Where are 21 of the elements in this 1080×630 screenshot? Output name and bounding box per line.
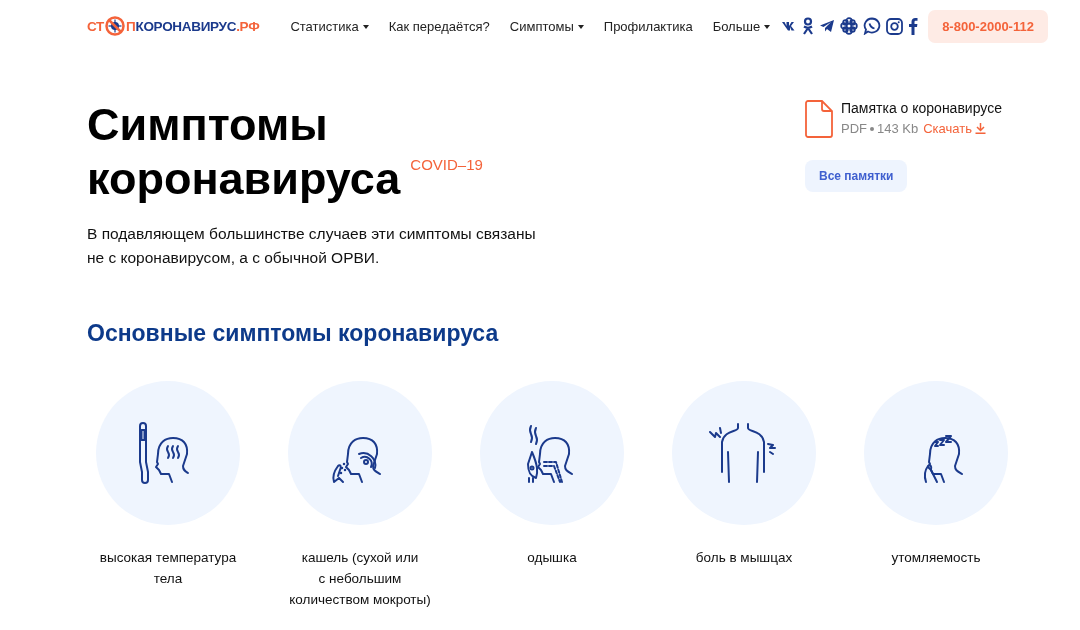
nav-link[interactable]: Как передаётся? bbox=[388, 18, 490, 34]
nav-link[interactable]: Профилактика bbox=[603, 18, 693, 34]
symptom-label: боль в мышцах bbox=[695, 549, 793, 567]
memo-title[interactable]: Памятка о коронавирусе bbox=[841, 100, 1002, 116]
nav-link[interactable]: Симптомы bbox=[509, 18, 584, 34]
nav-link[interactable]: Статистика bbox=[290, 18, 369, 34]
file-format: PDF bbox=[841, 121, 867, 136]
intro-text: В подавляющем большинстве случаев эти симптомы связаны не с коронавирусом, а с обычной ОРВИ. bbox=[87, 224, 537, 268]
symptom-label: кашель (сухой или с небольшим количеством мокроты) bbox=[289, 549, 431, 609]
section-heading: Основные симптомы коронавируса bbox=[87, 320, 500, 347]
covid-tag: COVID–19 bbox=[410, 156, 483, 174]
symptom-label: высокая температура тела bbox=[99, 549, 237, 588]
symptom-label: одышка bbox=[527, 549, 577, 567]
nav-link[interactable]: Больше bbox=[712, 18, 771, 34]
symptom-label: утомляемость bbox=[891, 549, 981, 567]
page-title: Симптомы bbox=[87, 98, 329, 152]
logo-text[interactable]: ПКОРОНАВИРУС.РФ bbox=[126, 18, 260, 34]
page-title: коронавируса bbox=[87, 152, 401, 206]
all-memos-button[interactable]: Все памятки bbox=[805, 160, 908, 192]
file-size: 143 Kb bbox=[877, 121, 919, 136]
logo-text: СТ bbox=[87, 18, 105, 34]
